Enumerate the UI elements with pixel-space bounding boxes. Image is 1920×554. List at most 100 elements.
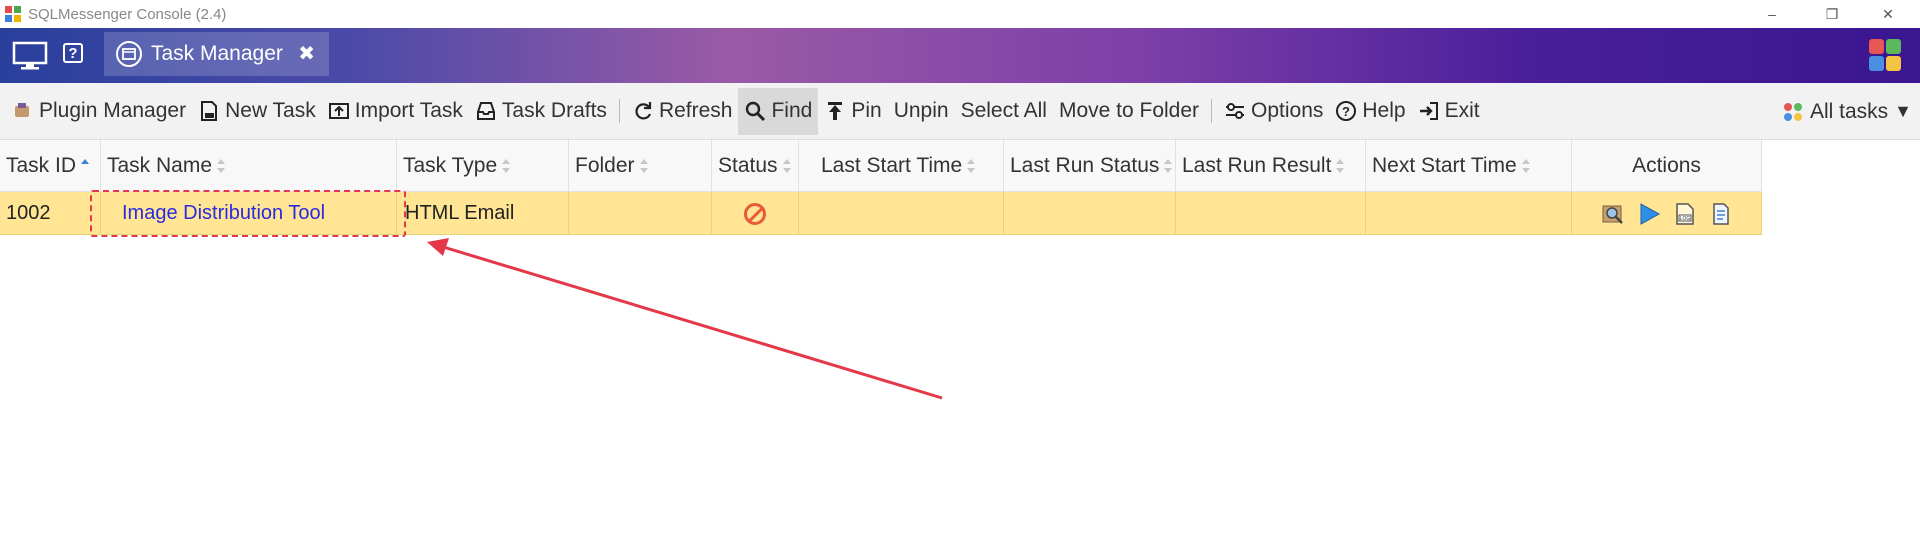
unpin-button[interactable]: Unpin xyxy=(888,88,955,135)
disabled-icon xyxy=(744,202,766,225)
header-banner: ? Task Manager ✖ xyxy=(0,28,1920,83)
plugin-icon xyxy=(12,100,34,122)
filter-icon xyxy=(1782,101,1804,123)
sort-icon xyxy=(1521,159,1531,173)
select-all-label: Select All xyxy=(960,99,1047,122)
monitor-icon xyxy=(12,41,48,70)
import-task-label: Import Task xyxy=(354,99,463,122)
window-title-bar: SQLMessenger Console (2.4) – ❐ ✕ xyxy=(0,0,1920,28)
sort-icon xyxy=(217,159,226,173)
new-task-label: New Task xyxy=(225,99,316,122)
column-header-task-type[interactable]: Task Type xyxy=(397,140,569,192)
close-tab-icon[interactable]: ✖ xyxy=(298,41,315,66)
column-label: Actions xyxy=(1632,154,1701,177)
column-label: Status xyxy=(718,154,778,177)
move-to-folder-button[interactable]: Move to Folder xyxy=(1053,88,1205,135)
task-drafts-button[interactable]: Task Drafts xyxy=(469,88,613,135)
minimize-button[interactable]: – xyxy=(1742,0,1802,28)
cell-task-id: 1002 xyxy=(0,192,101,235)
chevron-down-icon: ▼ xyxy=(1894,101,1912,121)
column-header-actions: Actions xyxy=(1572,140,1762,192)
cell-last-run-result xyxy=(1176,192,1366,235)
column-header-last-start-time[interactable]: Last Start Time xyxy=(799,140,1004,192)
cell-folder xyxy=(569,192,712,235)
column-label: Next Start Time xyxy=(1372,154,1517,177)
toolbar-separator xyxy=(618,99,620,123)
window-title: SQLMessenger Console (2.4) xyxy=(28,5,227,23)
sort-icon xyxy=(782,159,792,173)
column-header-status[interactable]: Status xyxy=(712,140,799,192)
task-filter-dropdown[interactable]: All tasks ▼ xyxy=(1782,88,1912,135)
column-label: Last Run Result xyxy=(1182,154,1332,177)
column-label: Task Name xyxy=(107,154,213,177)
import-icon xyxy=(328,100,350,122)
help-icon-button[interactable]: ? xyxy=(63,43,83,63)
sort-icon xyxy=(967,159,976,173)
column-header-next-start-time[interactable]: Next Start Time xyxy=(1366,140,1572,192)
monitor-button[interactable] xyxy=(12,41,48,71)
sort-icon xyxy=(1164,159,1173,173)
edit-icon[interactable] xyxy=(1709,202,1733,226)
column-label: Folder xyxy=(575,154,635,177)
column-header-last-run-result[interactable]: Last Run Result xyxy=(1176,140,1366,192)
move-to-folder-label: Move to Folder xyxy=(1058,99,1200,122)
refresh-icon xyxy=(632,100,654,122)
column-header-task-name[interactable]: Task Name xyxy=(101,140,397,192)
app-logo-icon xyxy=(4,5,22,23)
column-label: Last Run Status xyxy=(1010,154,1160,177)
brand-logo-icon xyxy=(1868,38,1902,72)
restore-button[interactable]: ❐ xyxy=(1802,0,1862,28)
search-icon xyxy=(744,100,766,122)
task-manager-icon xyxy=(116,41,142,67)
drafts-icon xyxy=(475,100,497,122)
new-task-icon xyxy=(198,100,220,122)
sort-icon xyxy=(639,159,649,173)
plugin-manager-button[interactable]: Plugin Manager xyxy=(6,88,192,135)
options-button[interactable]: Options xyxy=(1218,88,1329,135)
pin-button[interactable]: Pin xyxy=(818,88,887,135)
sort-ascending-icon xyxy=(81,159,90,173)
help-button[interactable]: ? Help xyxy=(1329,88,1411,135)
view-icon[interactable] xyxy=(1601,202,1625,226)
log-icon[interactable]: LOG xyxy=(1673,202,1697,226)
cell-status xyxy=(712,192,799,235)
svg-text:?: ? xyxy=(1342,104,1350,119)
find-label: Find xyxy=(771,99,813,122)
cell-actions: LOG xyxy=(1572,192,1762,235)
import-task-button[interactable]: Import Task xyxy=(322,88,469,135)
filter-label: All tasks xyxy=(1809,99,1889,123)
cell-task-type: HTML Email xyxy=(397,192,569,235)
column-label: Task Type xyxy=(403,154,498,177)
column-label: Task ID xyxy=(6,154,77,177)
table-header-row: Task ID Task Name Task Type Folder Statu… xyxy=(0,140,1762,192)
new-task-button[interactable]: New Task xyxy=(192,88,322,135)
cell-last-start-time xyxy=(799,192,1004,235)
help-label: Help xyxy=(1362,99,1406,122)
toolbar: Plugin Manager New Task Import Task Task… xyxy=(0,83,1920,140)
pin-icon xyxy=(824,100,846,122)
svg-text:LOG: LOG xyxy=(1679,216,1690,222)
exit-label: Exit xyxy=(1444,99,1480,122)
select-all-button[interactable]: Select All xyxy=(955,88,1053,135)
cell-last-run-status xyxy=(1004,192,1176,235)
unpin-label: Unpin xyxy=(893,99,949,122)
column-header-folder[interactable]: Folder xyxy=(569,140,712,192)
help-icon: ? xyxy=(1335,100,1357,122)
sort-icon xyxy=(1336,159,1345,173)
run-icon[interactable] xyxy=(1637,202,1661,226)
find-button[interactable]: Find xyxy=(738,87,819,135)
sort-icon xyxy=(502,159,511,173)
exit-button[interactable]: Exit xyxy=(1412,88,1486,135)
options-icon xyxy=(1224,100,1246,122)
column-header-last-run-status[interactable]: Last Run Status xyxy=(1004,140,1176,192)
column-label: Last Start Time xyxy=(821,154,963,177)
options-label: Options xyxy=(1251,99,1324,122)
refresh-button[interactable]: Refresh xyxy=(626,88,739,135)
column-header-task-id[interactable]: Task ID xyxy=(0,140,101,192)
task-drafts-label: Task Drafts xyxy=(501,99,607,122)
close-window-button[interactable]: ✕ xyxy=(1858,0,1918,28)
toolbar-separator xyxy=(1211,99,1213,123)
plugin-manager-label: Plugin Manager xyxy=(39,99,187,122)
tab-label: Task Manager xyxy=(151,42,283,65)
tab-task-manager[interactable]: Task Manager ✖ xyxy=(104,32,329,76)
